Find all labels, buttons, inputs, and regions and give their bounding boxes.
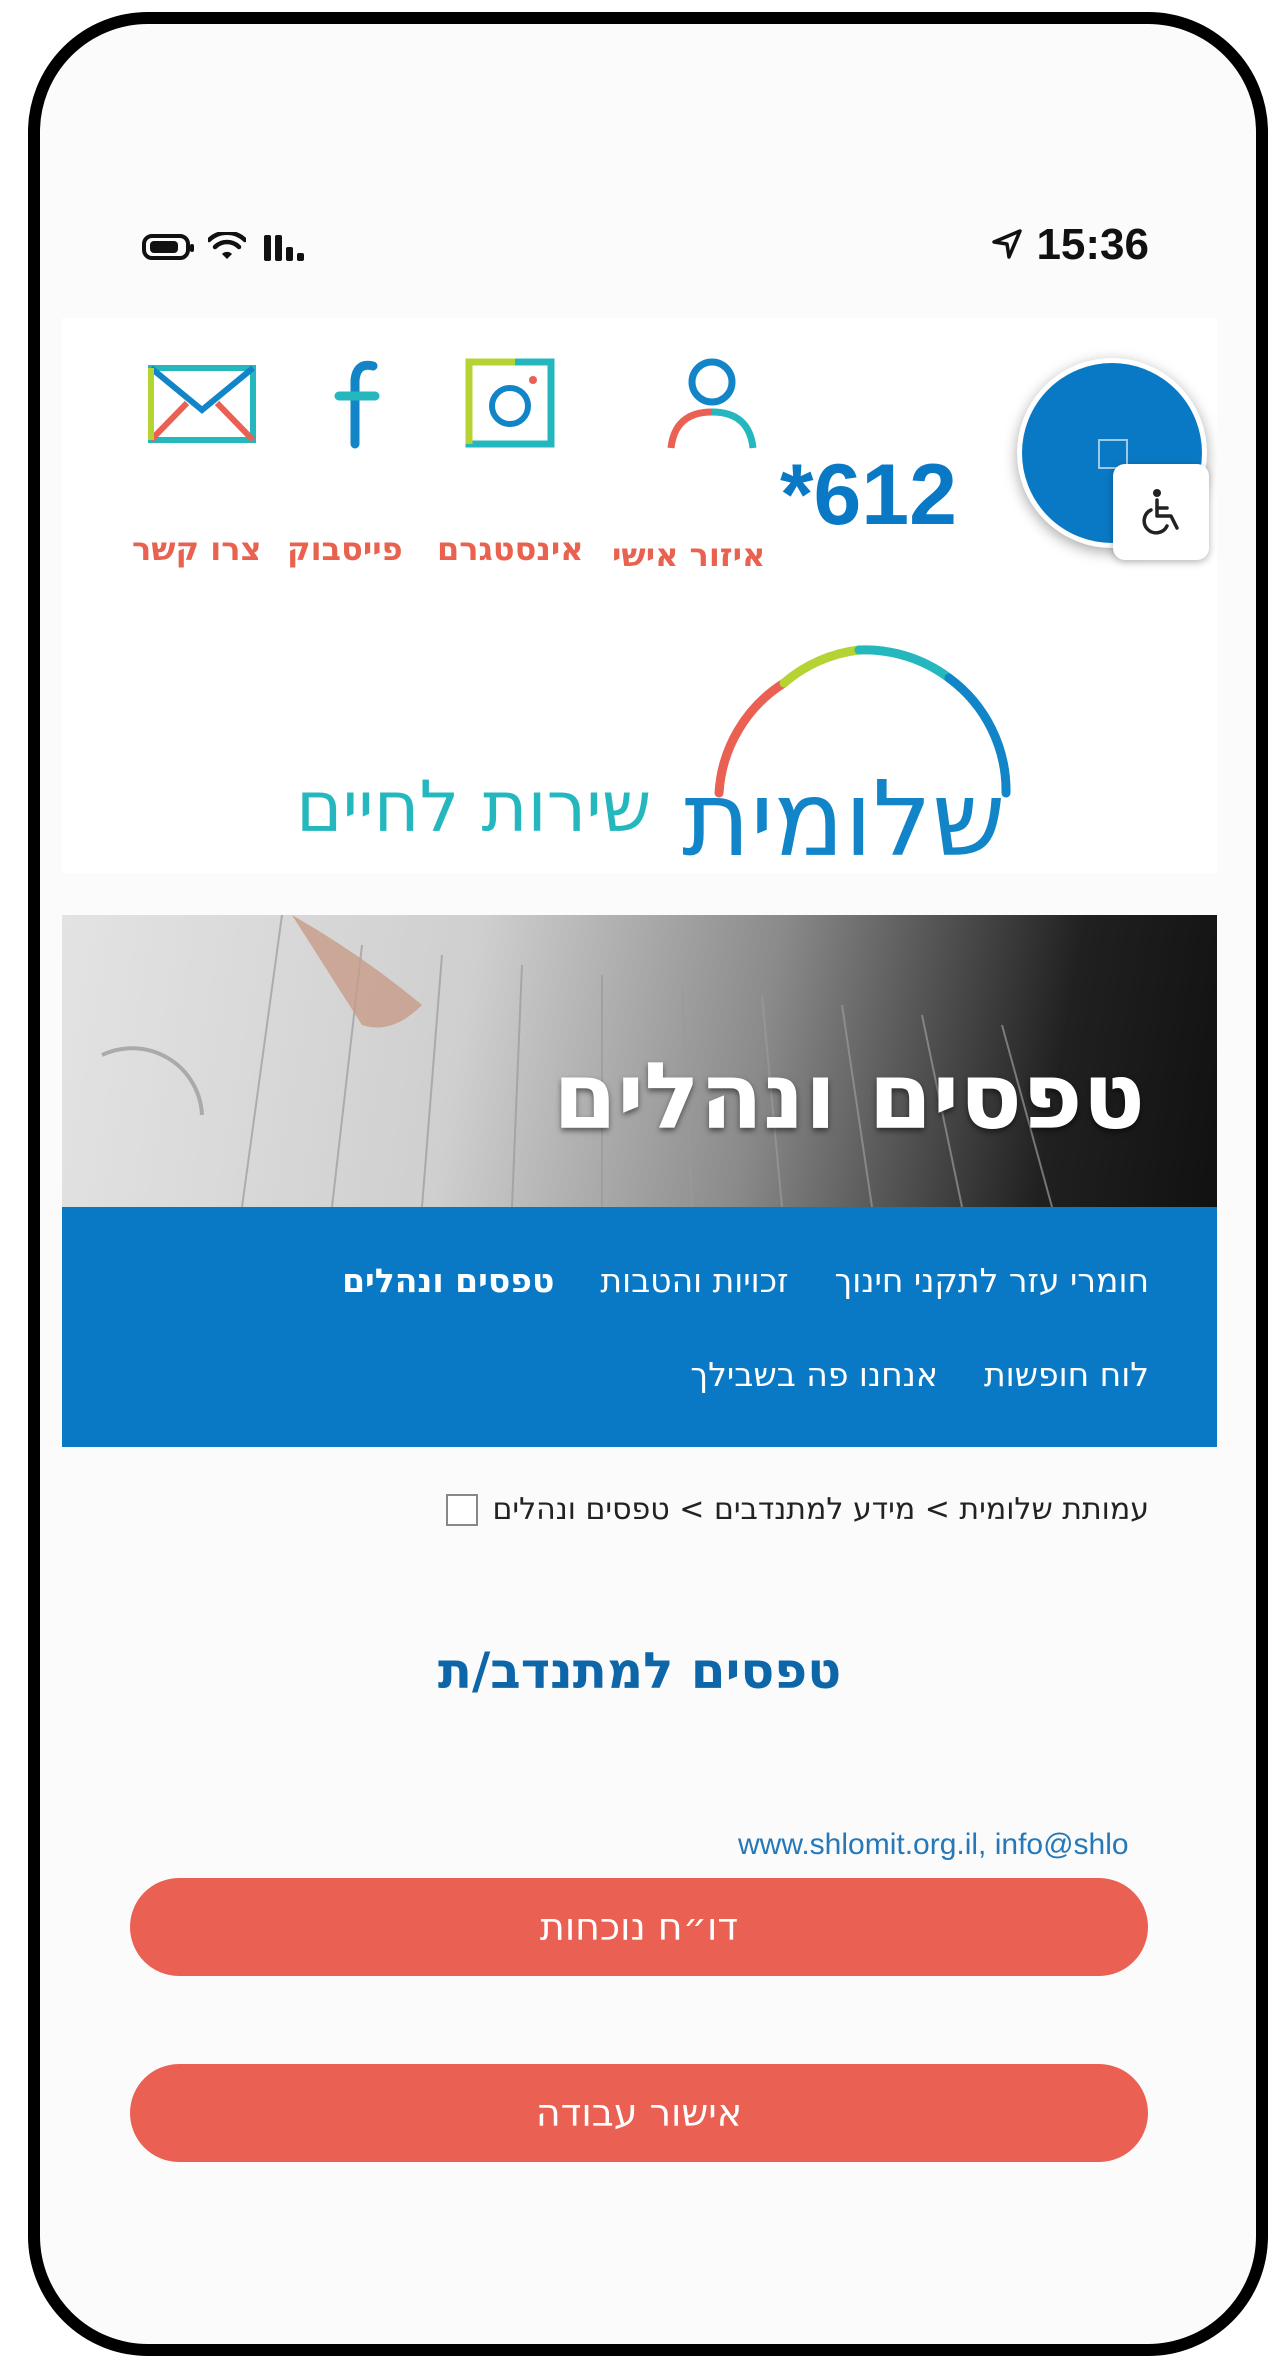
nav-item-vacation-calendar[interactable]: לוח חופשות — [984, 1355, 1149, 1394]
signal-icon — [264, 233, 304, 261]
facebook-link[interactable] — [290, 348, 430, 458]
breadcrumb-text[interactable]: עמותת שלומית > מידע למתנדבים > טפסים ונה… — [492, 1492, 1149, 1527]
accessibility-button[interactable] — [1113, 464, 1209, 560]
main-nav: טפסים ונהלים זכויות והטבות חומרי עזר לתק… — [62, 1207, 1217, 1447]
screen: 15:36 צרו קשר פייסבוק אינסטגרם איזור איש… — [62, 180, 1217, 2210]
mail-icon — [148, 365, 256, 443]
logo-tagline: שירות לחיים — [296, 766, 652, 848]
location-arrow-icon — [992, 229, 1022, 259]
work-certificate-button[interactable]: אישור עבודה — [130, 2064, 1148, 2162]
breadcrumb-image-placeholder — [446, 1493, 479, 1526]
document-preview-fragment — [662, 1750, 1152, 1780]
time-text: 15:36 — [1036, 220, 1149, 269]
instagram-label[interactable]: אינסטגרם — [437, 530, 584, 568]
status-time: 15:36 — [990, 220, 1149, 270]
instagram-icon — [465, 358, 555, 448]
facebook-icon — [334, 360, 380, 449]
logo-wordmark: שלומית — [682, 758, 1006, 880]
wifi-icon — [208, 232, 246, 259]
nav-item-education-materials[interactable]: חומרי עזר לתקני חינוך — [835, 1261, 1149, 1300]
hero-title: טפסים ונהלים — [553, 1043, 1145, 1150]
document-preview-link: www.shlomit.org.il, info@shlo — [738, 1828, 1129, 1861]
site-header: צרו קשר פייסבוק אינסטגרם איזור אישי *612 — [62, 318, 1217, 618]
nav-item-here-for-you[interactable]: אנחנו פה בשבילך — [690, 1355, 938, 1394]
facebook-label[interactable]: פייסבוק — [287, 530, 403, 568]
status-bar: 15:36 — [62, 220, 1217, 300]
nav-item-forms[interactable]: טפסים ונהלים — [342, 1261, 554, 1300]
phone-number[interactable]: *612 — [780, 446, 957, 545]
contact-link[interactable] — [132, 348, 272, 458]
hero-banner: טפסים ונהלים — [62, 915, 1217, 1207]
attendance-report-button[interactable]: דו״ח נוכחות — [130, 1878, 1148, 1976]
breadcrumb: עמותת שלומית > מידע למתנדבים > טפסים ונה… — [446, 1492, 1149, 1527]
wheelchair-icon — [1142, 489, 1179, 535]
nav-row-1: טפסים ונהלים זכויות והטבות חומרי עזר לתק… — [342, 1261, 1149, 1300]
user-icon — [667, 358, 757, 449]
personal-area-label[interactable]: איזור אישי — [612, 536, 765, 574]
personal-area-link[interactable] — [642, 348, 782, 458]
contact-label[interactable]: צרו קשר — [132, 530, 261, 568]
nav-item-rights[interactable]: זכויות והטבות — [600, 1261, 788, 1300]
site-logo[interactable]: שלומית שירות לחיים — [62, 618, 1217, 880]
instagram-link[interactable] — [440, 348, 580, 458]
page-title: טפסים למתנדב/ת — [437, 1642, 842, 1700]
status-icons — [142, 232, 304, 262]
nav-row-2: אנחנו פה בשבילך לוח חופשות — [690, 1355, 1149, 1394]
battery-icon — [142, 234, 194, 260]
